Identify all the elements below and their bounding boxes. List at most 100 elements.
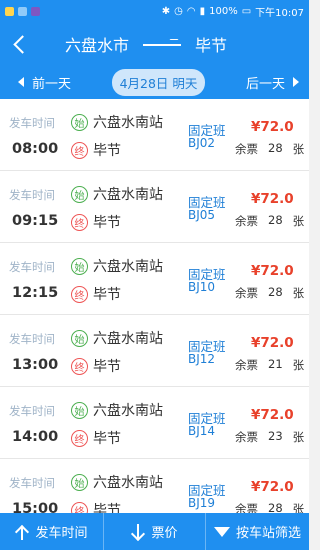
start-badge: 始 bbox=[71, 185, 88, 203]
origin-city: 六盘水市 bbox=[65, 36, 130, 55]
seats-count: 28 bbox=[268, 213, 283, 227]
depart-time-label: 发车时间 bbox=[9, 332, 55, 346]
bus-number: BJ05 bbox=[188, 208, 216, 222]
start-badge: 始 bbox=[71, 113, 88, 131]
seats-unit: 张 bbox=[292, 286, 305, 300]
trip-row[interactable]: 发车时间 15:00 始六盘水南站终毕节 固定班 BJ19 ¥72.0 余票 28 张 bbox=[0, 459, 309, 513]
alarm-icon: ◷ bbox=[174, 6, 183, 17]
filter-icon bbox=[213, 526, 230, 537]
depart-time-label: 发车时间 bbox=[9, 188, 55, 202]
next-day-button[interactable]: 后一天 bbox=[246, 73, 299, 92]
depart-time: 14:00 bbox=[12, 429, 59, 445]
bus-number: BJ19 bbox=[188, 496, 216, 510]
seats-count: 28 bbox=[268, 501, 283, 513]
nav-bar: 六盘水市 毕节 bbox=[0, 23, 309, 65]
seats-label: 余票 bbox=[235, 430, 258, 444]
seats-count: 28 bbox=[268, 285, 283, 299]
end-station: 毕节 bbox=[93, 431, 121, 447]
left-arrow-icon bbox=[18, 77, 24, 87]
start-station-row: 始六盘水南站 bbox=[71, 472, 163, 492]
app-icon bbox=[31, 7, 40, 16]
ticket-price: ¥72.0 bbox=[251, 263, 294, 279]
start-station: 六盘水南站 bbox=[93, 259, 163, 275]
right-arrow-icon bbox=[293, 77, 299, 87]
depart-time-label: 发车时间 bbox=[9, 404, 55, 418]
trip-list: 发车时间 08:00 始六盘水南站终毕节 固定班 BJ02 ¥72.0 余票 28 张发车时间 0… bbox=[0, 99, 309, 513]
battery-text: 100% bbox=[209, 6, 238, 17]
bus-number: BJ02 bbox=[188, 136, 216, 150]
battery-icon: ▭ bbox=[241, 6, 252, 17]
trip-row[interactable]: 发车时间 12:15 始六盘水南站终毕节 固定班 BJ10 ¥72.0 余票 28 张 bbox=[0, 243, 309, 315]
end-badge: 终 bbox=[71, 213, 88, 231]
seats-unit: 张 bbox=[292, 502, 305, 513]
depart-time-label: 发车时间 bbox=[9, 260, 55, 274]
end-station-row: 终毕节 bbox=[71, 428, 121, 448]
end-station: 毕节 bbox=[93, 359, 121, 375]
bluetooth-icon: ✱ bbox=[161, 6, 171, 17]
sort-by-price-label: 票价 bbox=[151, 526, 178, 541]
arrow-down-icon bbox=[131, 523, 145, 540]
app-icon bbox=[18, 7, 27, 16]
seats-remaining: 余票 28 张 bbox=[235, 141, 304, 157]
destination-city: 毕节 bbox=[195, 36, 228, 55]
filter-by-station-button[interactable]: 按车站筛选 bbox=[205, 513, 309, 550]
end-badge: 终 bbox=[71, 429, 88, 447]
back-button[interactable] bbox=[0, 23, 38, 65]
bus-number: BJ14 bbox=[188, 424, 216, 438]
start-badge: 始 bbox=[71, 329, 88, 347]
end-badge: 终 bbox=[71, 501, 88, 513]
signal-icon: ▮ bbox=[199, 6, 206, 17]
depart-time: 15:00 bbox=[12, 501, 59, 513]
start-station: 六盘水南站 bbox=[93, 187, 163, 203]
seats-remaining: 余票 23 张 bbox=[235, 429, 304, 445]
depart-time: 12:15 bbox=[12, 285, 59, 301]
prev-day-button[interactable]: 前一天 bbox=[18, 73, 71, 92]
seats-remaining: 余票 28 张 bbox=[235, 285, 304, 301]
seats-label: 余票 bbox=[235, 286, 258, 300]
trip-row[interactable]: 发车时间 09:15 始六盘水南站终毕节 固定班 BJ05 ¥72.0 余票 28 张 bbox=[0, 171, 309, 243]
end-badge: 终 bbox=[71, 357, 88, 375]
start-station: 六盘水南站 bbox=[93, 115, 163, 131]
start-station-row: 始六盘水南站 bbox=[71, 400, 163, 420]
route-arrow-icon bbox=[143, 38, 182, 50]
start-station: 六盘水南站 bbox=[93, 403, 163, 419]
end-station: 毕节 bbox=[93, 503, 121, 513]
current-date-button[interactable]: 4月28日 明天 bbox=[111, 68, 206, 96]
sort-by-price-button[interactable]: 票价 bbox=[103, 513, 205, 550]
clock: 下午10:07 bbox=[255, 8, 304, 19]
trip-row[interactable]: 发车时间 13:00 始六盘水南站终毕节 固定班 BJ12 ¥72.0 余票 21 张 bbox=[0, 315, 309, 387]
seats-remaining: 余票 28 张 bbox=[235, 501, 304, 513]
depart-time-label: 发车时间 bbox=[9, 116, 55, 130]
trip-row[interactable]: 发车时间 14:00 始六盘水南站终毕节 固定班 BJ14 ¥72.0 余票 23 张 bbox=[0, 387, 309, 459]
seats-count: 23 bbox=[268, 429, 283, 443]
end-station-row: 终毕节 bbox=[71, 500, 121, 513]
start-station: 六盘水南站 bbox=[93, 331, 163, 347]
trip-row[interactable]: 发车时间 08:00 始六盘水南站终毕节 固定班 BJ02 ¥72.0 余票 28 张 bbox=[0, 99, 309, 171]
next-day-label: 后一天 bbox=[245, 76, 285, 92]
ticket-price: ¥72.0 bbox=[251, 335, 294, 351]
start-station-row: 始六盘水南站 bbox=[71, 328, 163, 348]
seats-count: 28 bbox=[268, 141, 283, 155]
arrow-up-icon bbox=[15, 524, 29, 540]
start-station: 六盘水南站 bbox=[93, 475, 163, 491]
end-station: 毕节 bbox=[93, 287, 121, 303]
sort-by-time-label: 发车时间 bbox=[35, 526, 88, 541]
seats-unit: 张 bbox=[292, 214, 305, 228]
prev-day-label: 前一天 bbox=[32, 76, 72, 92]
date-bar: 前一天 4月28日 明天 后一天 bbox=[0, 65, 309, 99]
filter-by-station-label: 按车站筛选 bbox=[235, 526, 301, 541]
ticket-price: ¥72.0 bbox=[251, 479, 294, 495]
end-station: 毕节 bbox=[93, 215, 121, 231]
bus-number: BJ10 bbox=[188, 280, 216, 294]
end-badge: 终 bbox=[71, 285, 88, 303]
end-station: 毕节 bbox=[93, 143, 121, 159]
end-station-row: 终毕节 bbox=[71, 212, 121, 232]
start-badge: 始 bbox=[71, 401, 88, 419]
ticket-price: ¥72.0 bbox=[251, 119, 294, 135]
seats-label: 余票 bbox=[235, 502, 258, 513]
notification-icon bbox=[5, 7, 14, 16]
ticket-price: ¥72.0 bbox=[251, 191, 294, 207]
start-station-row: 始六盘水南站 bbox=[71, 184, 163, 204]
sort-by-time-button[interactable]: 发车时间 bbox=[0, 513, 103, 550]
depart-time-label: 发车时间 bbox=[9, 476, 55, 490]
